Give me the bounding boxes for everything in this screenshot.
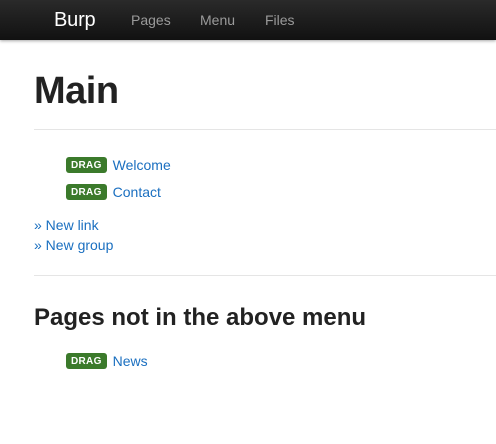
unlisted-item-link-news[interactable]: News: [113, 353, 148, 370]
menu-item-link-welcome[interactable]: Welcome: [113, 157, 171, 174]
menu-item-link-contact[interactable]: Contact: [113, 184, 161, 201]
title-divider: [34, 129, 496, 130]
nav-menu-link[interactable]: Menu: [200, 12, 235, 29]
nav-pages-link[interactable]: Pages: [131, 12, 171, 29]
nav-files-link[interactable]: Files: [265, 12, 295, 29]
menu-item-welcome: DRAG Welcome: [66, 156, 171, 174]
drag-handle[interactable]: DRAG: [66, 184, 107, 200]
menu-item-contact: DRAG Contact: [66, 183, 161, 201]
unlisted-pages-heading: Pages not in the above menu: [34, 304, 367, 331]
top-navbar: Burp Pages Menu Files: [0, 0, 496, 40]
drag-handle[interactable]: DRAG: [66, 157, 107, 173]
new-link-link[interactable]: » New link: [34, 217, 99, 234]
new-group-link[interactable]: » New group: [34, 237, 113, 254]
page-title: Main: [34, 70, 119, 112]
unlisted-item-news: DRAG News: [66, 352, 148, 370]
drag-handle[interactable]: DRAG: [66, 353, 107, 369]
section-divider: [34, 275, 496, 276]
brand-link[interactable]: Burp: [54, 8, 96, 32]
